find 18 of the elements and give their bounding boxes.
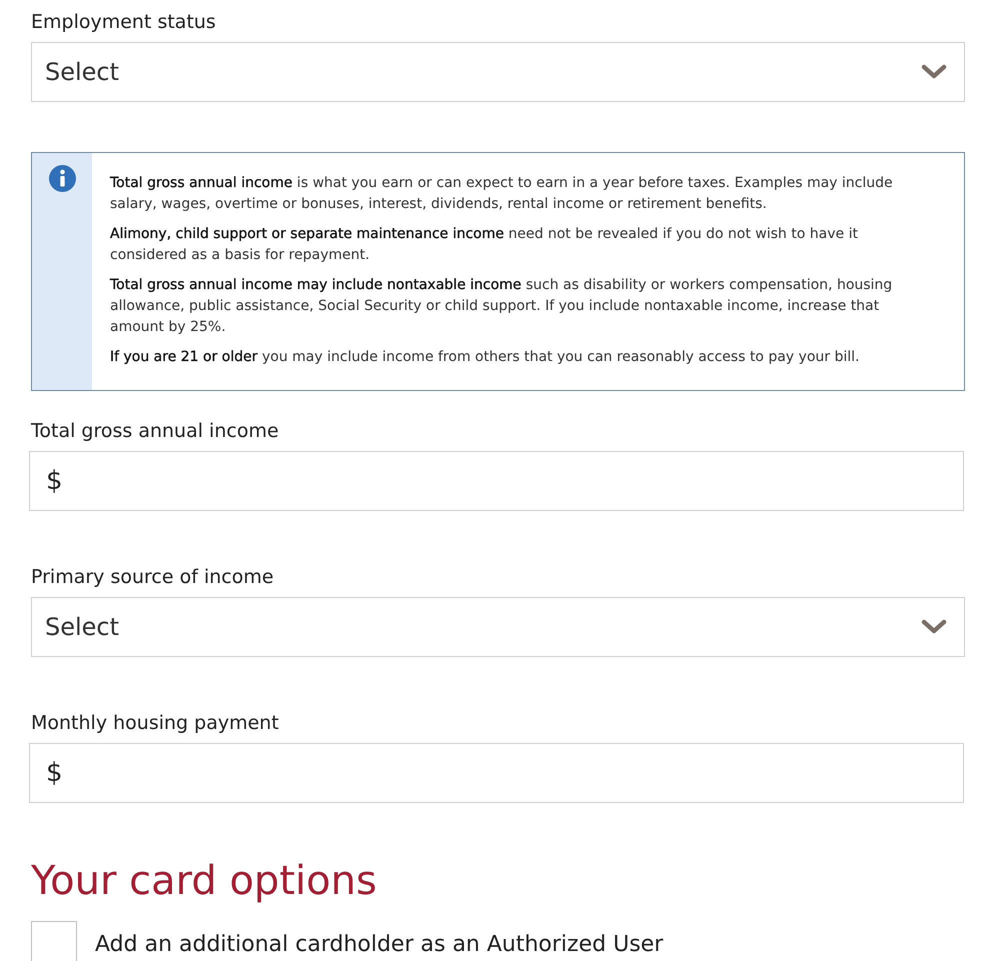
checkbox[interactable] — [31, 921, 77, 961]
checkbox-label: Add an additional cardholder as an Authorized User — [95, 930, 664, 958]
select-dropdown[interactable]: Select — [31, 42, 965, 102]
info-paragraph: Alimony, child support or separate maintenance income need not be revealed if you do not wish to have it considered as a basis for repayment. — [110, 225, 859, 265]
field-label: Primary source of income — [31, 565, 275, 589]
info-paragraph: If you are 21 or older you may include income from others that you can reasonably access to pay your bill. — [110, 348, 860, 367]
field-label: Employment status — [31, 10, 217, 34]
field-label: Total gross annual income — [31, 419, 280, 443]
section-heading: Your card options — [31, 857, 378, 905]
field-label: Monthly housing payment — [31, 711, 280, 735]
currency-input-field[interactable]: $ — [29, 451, 964, 511]
info-paragraph: Total gross annual income is what you earn or can expect to earn in a year before taxes. Examples may include salary, wages, overtime or bonuses, interest, dividends, rental income or retirement benefits. — [110, 174, 894, 214]
currency-input-field[interactable]: $ — [29, 743, 964, 803]
chevron-down-icon — [921, 64, 947, 80]
chevron-down-icon — [921, 619, 947, 635]
info-icon — [48, 165, 76, 192]
select-dropdown[interactable]: Select — [31, 597, 965, 657]
info-paragraph: Total gross annual income may include nontaxable income such as disability or workers compensation, housing allowance, public assistance, Social Security or child support. If you include nontaxable income, increase that amount by 25%. — [110, 276, 894, 337]
